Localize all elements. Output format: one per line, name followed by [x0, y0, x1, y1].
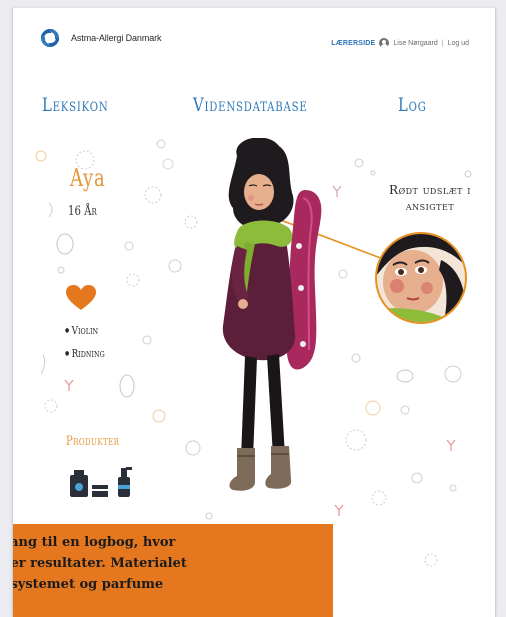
- info-line: nsystemet og parfume: [13, 577, 164, 592]
- info-line: ner resultater. Materialet: [13, 556, 187, 571]
- character-illustration[interactable]: [193, 138, 343, 518]
- info-box: gang til en logbog, hvor ner resultater.…: [13, 524, 333, 617]
- info-text: gang til en logbog, hvor ner resultater.…: [13, 532, 333, 595]
- face-zoom-illustration: [375, 232, 467, 324]
- app-frame: Astma-Allergi Danmark LÆRERSIDE Lise Nør…: [12, 8, 496, 617]
- info-line: gang til en logbog, hvor: [13, 535, 176, 550]
